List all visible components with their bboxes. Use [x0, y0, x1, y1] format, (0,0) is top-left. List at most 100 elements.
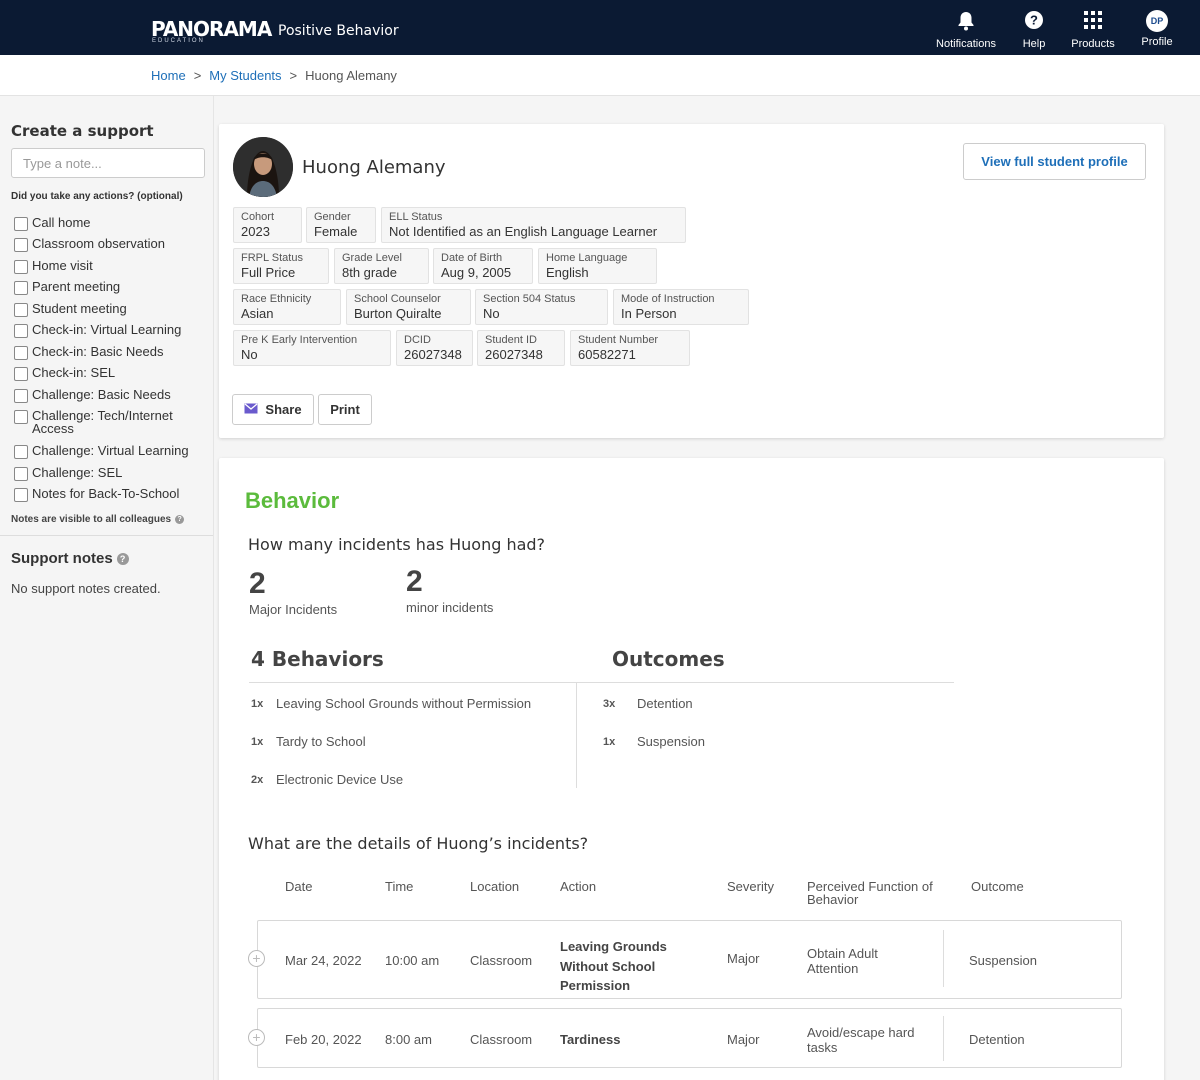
action-checkbox-home-visit[interactable]: Home visit	[14, 259, 212, 274]
breadcrumb: Home > My Students > Huong Alemany	[151, 68, 397, 83]
question-icon[interactable]: ?	[116, 553, 129, 566]
behavior-title: Behavior	[245, 488, 340, 513]
incident-date: Mar 24, 2022	[285, 953, 362, 968]
student-name: Huong Alemany	[302, 157, 446, 178]
action-checkbox-call-home[interactable]: Call home	[14, 216, 212, 231]
field-label: Cohort	[241, 211, 275, 223]
action-checkbox-challenge-basic-needs[interactable]: Challenge: Basic Needs	[14, 388, 212, 403]
checkbox[interactable]	[14, 281, 28, 295]
checkbox-label: Classroom observation	[32, 236, 165, 251]
row-divider	[943, 1016, 944, 1061]
checkbox[interactable]	[14, 346, 28, 360]
outcomes-title: Outcomes	[612, 647, 725, 671]
sidebar-divider	[0, 535, 213, 536]
field-label: Home Language	[546, 252, 628, 264]
incident-severity: Major	[727, 951, 760, 966]
breadcrumb-my-students[interactable]: My Students	[209, 68, 281, 83]
field-frpl-status: FRPL Status Full Price	[233, 248, 329, 284]
print-label: Print	[330, 402, 360, 417]
checkbox[interactable]	[14, 260, 28, 274]
outcome-count: 1x	[603, 736, 616, 748]
behavior-count: 1x	[251, 698, 264, 710]
action-checkbox-parent-meeting[interactable]: Parent meeting	[14, 280, 212, 295]
checkbox[interactable]	[14, 324, 28, 338]
incident-location: Classroom	[470, 953, 533, 968]
expand-icon[interactable]: +	[248, 1029, 265, 1046]
checkbox-label: Challenge: Basic Needs	[32, 387, 171, 402]
incident-outcome: Detention	[969, 1032, 1025, 1047]
field-prek-intervention: Pre K Early Intervention No	[233, 330, 391, 366]
top-navigation-bar: PANORAMA EDUCATION Positive Behavior Not…	[0, 0, 1200, 55]
field-value: No	[483, 306, 500, 321]
checkbox[interactable]	[14, 445, 28, 459]
field-label: FRPL Status	[241, 252, 303, 264]
action-checkbox-checkin-sel[interactable]: Check-in: SEL	[14, 366, 212, 381]
field-race-ethnicity: Race Ethnicity Asian	[233, 289, 341, 325]
column-header-time: Time	[385, 879, 414, 894]
action-checkbox-student-meeting[interactable]: Student meeting	[14, 302, 212, 317]
field-value: 60582271	[578, 347, 636, 362]
action-checkbox-classroom-observation[interactable]: Classroom observation	[14, 237, 212, 252]
breadcrumb-home[interactable]: Home	[151, 68, 186, 83]
field-label: Pre K Early Intervention	[241, 334, 358, 346]
notes-visibility-text: Notes are visible to all colleagues	[11, 514, 172, 525]
column-header-action: Action	[560, 879, 597, 894]
checkbox[interactable]	[14, 217, 28, 231]
app-title: Positive Behavior	[278, 23, 399, 39]
profile-button[interactable]: DP Profile	[1117, 10, 1197, 48]
print-button[interactable]: Print	[318, 394, 372, 425]
behavior-count: 2x	[251, 774, 264, 786]
field-student-number: Student Number 60582271	[570, 330, 690, 366]
field-ell-status: ELL Status Not Identified as an English L…	[381, 207, 686, 243]
action-checkbox-back-to-school[interactable]: Notes for Back-To-School	[14, 487, 212, 502]
checkbox[interactable]	[14, 238, 28, 252]
checkbox[interactable]	[14, 389, 28, 403]
column-header-severity: Severity	[727, 879, 774, 894]
breadcrumb-separator: >	[193, 68, 202, 83]
column-header-location: Location	[470, 879, 520, 894]
view-full-profile-button[interactable]: View full student profile	[963, 143, 1146, 180]
checkbox-label: Check-in: SEL	[32, 365, 116, 380]
incident-action: Leaving Grounds Without School Permissio…	[560, 939, 667, 993]
checkbox-label: Notes for Back-To-School	[32, 486, 180, 501]
field-label: Gender	[314, 211, 351, 223]
share-label: Share	[265, 402, 302, 417]
action-checkbox-checkin-virtual-learning[interactable]: Check-in: Virtual Learning	[14, 323, 212, 338]
action-checkbox-challenge-virtual-learning[interactable]: Challenge: Virtual Learning	[14, 444, 212, 459]
action-checkbox-challenge-sel[interactable]: Challenge: SEL	[14, 466, 212, 481]
share-button[interactable]: Share	[232, 394, 314, 425]
field-value: Female	[314, 224, 358, 239]
action-checkbox-challenge-tech-internet[interactable]: Challenge: Tech/Internet Access	[14, 409, 212, 435]
incidents-question: How many incidents has Huong had?	[248, 535, 546, 554]
field-school-counselor: School Counselor Burton Quiralte	[346, 289, 471, 325]
checkbox-label: Challenge: Virtual Learning	[32, 443, 189, 458]
outcome-name: Detention	[637, 696, 693, 711]
expand-icon[interactable]: +	[248, 950, 265, 967]
checkbox[interactable]	[14, 410, 28, 424]
major-incidents-count: 2	[249, 567, 266, 600]
field-cohort: Cohort 2023	[233, 207, 302, 243]
field-label: School Counselor	[354, 293, 441, 305]
field-grade-level: Grade Level 8th grade	[334, 248, 429, 284]
action-checkbox-checkin-basic-needs[interactable]: Check-in: Basic Needs	[14, 345, 212, 360]
field-label: Student Number	[578, 334, 659, 346]
question-icon[interactable]: ?	[175, 514, 185, 524]
checkbox-label: Check-in: Virtual Learning	[32, 322, 182, 337]
outcome-name: Suspension	[637, 734, 705, 749]
checkbox-label: Parent meeting	[32, 279, 121, 294]
checkbox[interactable]	[14, 303, 28, 317]
support-notes-title: Support notes?	[11, 550, 129, 567]
checkbox[interactable]	[14, 367, 28, 381]
incident-time: 10:00 am	[385, 953, 440, 968]
field-value: In Person	[621, 306, 677, 321]
field-section-504: Section 504 Status No	[475, 289, 608, 325]
note-input[interactable]	[11, 148, 205, 178]
checkbox[interactable]	[14, 467, 28, 481]
field-label: Date of Birth	[441, 252, 503, 264]
logo-subtitle: EDUCATION	[152, 38, 205, 44]
checkbox-label: Challenge: Tech/Internet Access	[32, 408, 173, 436]
mail-icon	[244, 402, 258, 417]
checkbox-label: Call home	[32, 215, 91, 230]
checkbox[interactable]	[14, 488, 28, 502]
breadcrumb-separator: >	[289, 68, 298, 83]
